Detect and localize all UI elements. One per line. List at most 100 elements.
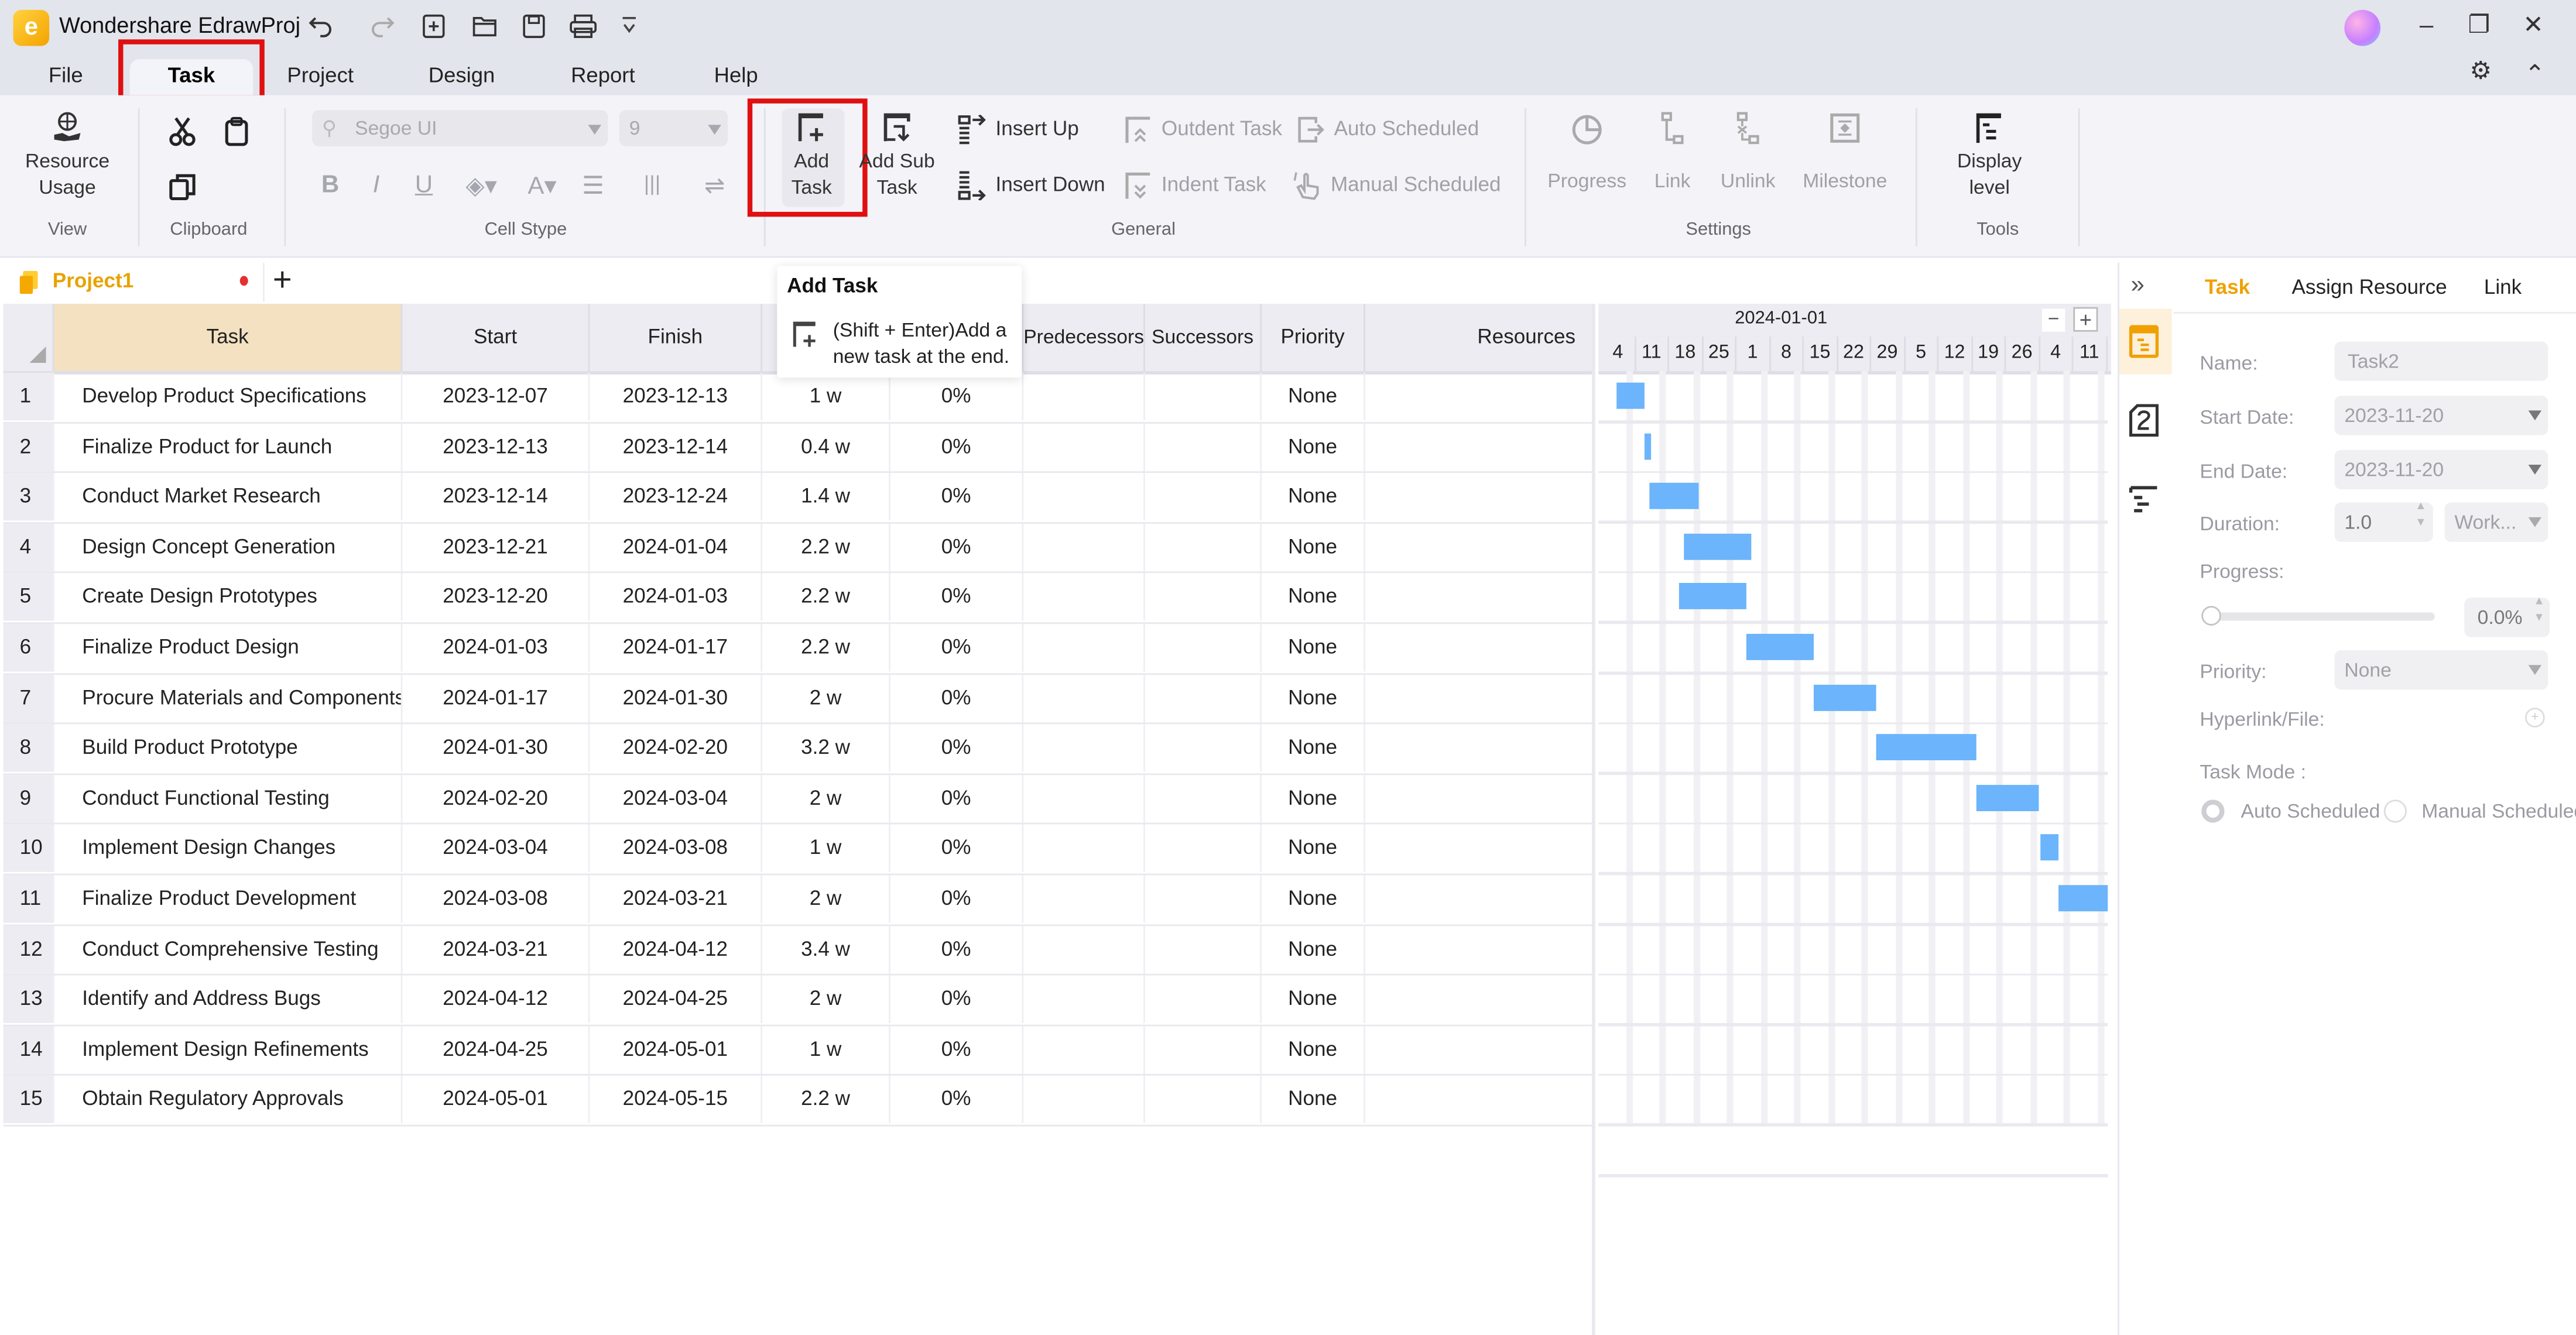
cell-priority[interactable]: None — [1262, 875, 1365, 923]
cell-successors[interactable] — [1145, 774, 1262, 823]
progress-stepper-icon[interactable]: ▲ ▼ — [2533, 595, 2544, 627]
cell-start[interactable]: 2023-12-21 — [402, 523, 590, 571]
cell-priority[interactable]: None — [1262, 925, 1365, 973]
cell-resources[interactable] — [1365, 774, 1594, 823]
cell-progress[interactable]: 0% — [890, 774, 1024, 823]
menu-tab-file[interactable]: File — [36, 59, 95, 95]
cell-task[interactable]: Conduct Market Research — [54, 473, 403, 521]
column-header-finish[interactable]: Finish — [590, 304, 763, 372]
cell-task[interactable]: Conduct Functional Testing — [54, 774, 403, 823]
gantt-task-bar[interactable] — [1683, 533, 1751, 560]
cell-priority[interactable]: None — [1262, 423, 1365, 471]
cell-start[interactable]: 2024-03-04 — [402, 825, 590, 873]
cell-progress[interactable]: 0% — [890, 724, 1024, 773]
add-sub-task-button[interactable]: Add Sub Task — [854, 112, 940, 201]
progress-input[interactable]: 0.0% ▲ ▼ — [2464, 595, 2550, 637]
gantt-task-bar[interactable] — [1876, 734, 1977, 761]
manual-scheduled-button[interactable]: Manual Scheduled — [1293, 171, 1501, 201]
settings-gear-icon[interactable]: ⚙ — [2462, 56, 2499, 88]
cell-duration[interactable]: 2.2 w — [762, 624, 890, 672]
cell-duration[interactable]: 2.2 w — [762, 523, 890, 571]
cell-finish[interactable]: 2023-12-13 — [590, 372, 763, 421]
cell-resources[interactable] — [1365, 976, 1594, 1024]
cell-predecessors[interactable] — [1023, 976, 1145, 1024]
manual-scheduled-radio[interactable] — [2383, 799, 2407, 823]
table-row[interactable]: 4 Design Concept Generation 2023-12-21 2024… — [3, 523, 1594, 574]
font-color-button[interactable]: A▾ — [519, 171, 566, 201]
redo-icon[interactable] — [368, 13, 398, 43]
insert-up-button[interactable]: Insert Up — [958, 115, 1079, 145]
cell-successors[interactable] — [1145, 674, 1262, 722]
display-outline-icon[interactable] — [2129, 486, 2159, 516]
cell-resources[interactable] — [1365, 473, 1594, 521]
cell-start[interactable]: 2024-05-01 — [402, 1076, 590, 1124]
cell-progress[interactable]: 0% — [890, 674, 1024, 722]
cell-duration[interactable]: 2 w — [762, 674, 890, 722]
unlink-button[interactable]: Unlink — [1714, 112, 1783, 194]
bold-button[interactable]: B — [316, 171, 345, 199]
cell-finish[interactable]: 2023-12-14 — [590, 423, 763, 471]
cell-start[interactable]: 2023-12-07 — [402, 372, 590, 421]
table-row[interactable]: 3 Conduct Market Research 2023-12-14 2023-1… — [3, 473, 1594, 524]
cell-resources[interactable] — [1365, 423, 1594, 471]
cell-finish[interactable]: 2024-04-12 — [590, 925, 763, 973]
cell-finish[interactable]: 2024-05-15 — [590, 1076, 763, 1124]
font-size-select[interactable]: 9 — [619, 109, 728, 146]
cell-successors[interactable] — [1145, 372, 1262, 421]
cell-finish[interactable]: 2024-03-21 — [590, 875, 763, 923]
cell-task[interactable]: Finalize Product Design — [54, 624, 403, 672]
table-row[interactable]: 2 Finalize Product for Launch 2023-12-13 20… — [3, 423, 1594, 473]
cell-task[interactable]: Build Product Prototype — [54, 724, 403, 773]
table-row[interactable]: 6 Finalize Product Design 2024-01-03 2024-0… — [3, 624, 1594, 674]
cell-duration[interactable]: 2 w — [762, 774, 890, 823]
cell-priority[interactable]: None — [1262, 624, 1365, 672]
cell-successors[interactable] — [1145, 724, 1262, 773]
cell-start[interactable]: 2024-03-21 — [402, 925, 590, 973]
cell-predecessors[interactable] — [1023, 674, 1145, 722]
auto-scheduled-button[interactable]: Auto Scheduled — [1296, 115, 1479, 145]
cell-resources[interactable] — [1365, 825, 1594, 873]
panel-tab-task[interactable]: Task — [2205, 276, 2250, 298]
cell-predecessors[interactable] — [1023, 925, 1145, 973]
cell-task[interactable]: Finalize Product Development — [54, 875, 403, 923]
gantt-task-bar[interactable] — [1813, 684, 1876, 711]
duration-unit-select[interactable]: Work... — [2444, 502, 2548, 542]
cell-successors[interactable] — [1145, 825, 1262, 873]
duration-input[interactable]: 1.0 ▲ ▼ — [2334, 501, 2433, 542]
cell-start[interactable]: 2024-04-25 — [402, 1025, 590, 1074]
cell-priority[interactable]: None — [1262, 523, 1365, 571]
menu-tab-report[interactable]: Report — [562, 59, 644, 95]
cell-progress[interactable]: 0% — [890, 473, 1024, 521]
cell-start[interactable]: 2024-02-20 — [402, 774, 590, 823]
indent-task-button[interactable]: Indent Task — [1123, 171, 1266, 201]
expand-panel-icon[interactable]: » — [2131, 271, 2145, 299]
table-row[interactable]: 8 Build Product Prototype 2024-01-30 2024-0… — [3, 724, 1594, 775]
font-family-select[interactable]: Segoe UI ⚲ — [312, 109, 608, 146]
outdent-task-button[interactable]: Outdent Task — [1123, 115, 1282, 145]
gantt-task-bar[interactable] — [1746, 633, 1814, 660]
table-gantt-splitter[interactable] — [1592, 304, 1595, 1335]
undo-icon[interactable] — [306, 13, 335, 43]
menu-tab-design[interactable]: Design — [420, 59, 502, 95]
column-header-priority[interactable]: Priority — [1262, 304, 1365, 372]
cell-resources[interactable] — [1365, 875, 1594, 923]
align-button[interactable]: ☰ — [578, 171, 608, 201]
copy-icon[interactable] — [166, 171, 198, 204]
menu-tab-help[interactable]: Help — [707, 59, 766, 95]
progress-slider-track[interactable] — [2206, 612, 2435, 621]
link-button[interactable]: Link — [1646, 112, 1699, 194]
cell-progress[interactable]: 0% — [890, 825, 1024, 873]
cell-duration[interactable]: 2.2 w — [762, 1076, 890, 1124]
underline-button[interactable]: U — [409, 171, 439, 199]
columns-button[interactable]: ||| — [638, 171, 667, 195]
cell-task[interactable]: Obtain Regulatory Approvals — [54, 1076, 403, 1124]
save-icon[interactable] — [519, 13, 549, 43]
cell-predecessors[interactable] — [1023, 574, 1145, 622]
cell-priority[interactable]: None — [1262, 825, 1365, 873]
priority-select[interactable]: None — [2334, 650, 2548, 690]
select-all-corner[interactable] — [3, 304, 54, 372]
cell-finish[interactable]: 2024-03-08 — [590, 825, 763, 873]
cell-progress[interactable]: 0% — [890, 624, 1024, 672]
cell-progress[interactable]: 0% — [890, 372, 1024, 421]
cell-finish[interactable]: 2024-01-04 — [590, 523, 763, 571]
